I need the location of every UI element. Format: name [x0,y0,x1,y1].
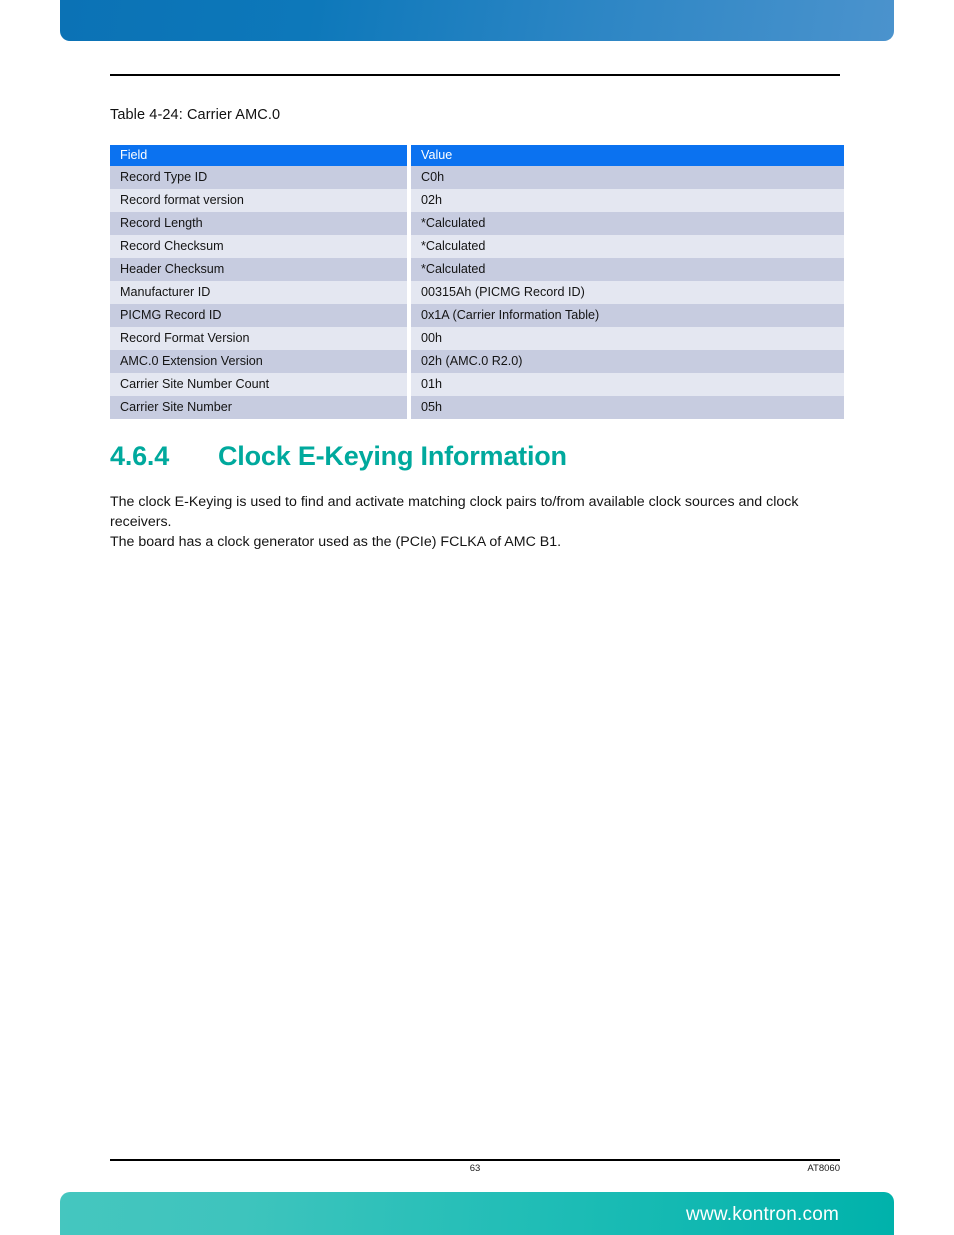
table-header-row: Field Value [110,145,844,166]
footer-document-id: AT8060 [807,1163,840,1174]
table-row: Manufacturer ID 00315Ah (PICMG Record ID… [110,281,844,304]
section-title: Clock E-Keying Information [218,441,567,471]
table-row: Header Checksum *Calculated [110,258,844,281]
cell-field: Carrier Site Number [110,396,407,419]
cell-value: 02h (AMC.0 R2.0) [411,350,844,373]
cell-field: Carrier Site Number Count [110,373,407,396]
section-number: 4.6.4 [110,441,170,471]
carrier-amc-table: Field Value Record Type ID C0h Record fo… [110,145,844,419]
table-row: Record Checksum *Calculated [110,235,844,258]
cell-field: Record Type ID [110,166,407,189]
cell-value: *Calculated [411,235,844,258]
table-row: Record format version 02h [110,189,844,212]
table-row: Carrier Site Number Count 01h [110,373,844,396]
cell-value: *Calculated [411,258,844,281]
table-caption: Table 4-24: Carrier AMC.0 [110,107,281,123]
cell-value: 0x1A (Carrier Information Table) [411,304,844,327]
table-row: PICMG Record ID 0x1A (Carrier Informatio… [110,304,844,327]
cell-value: 01h [411,373,844,396]
table-row: AMC.0 Extension Version 02h (AMC.0 R2.0) [110,350,844,373]
column-header-field: Field [110,145,407,166]
cell-value: 05h [411,396,844,419]
section-heading: 4.6.4 Clock E-Keying Information [110,441,567,472]
cell-field: AMC.0 Extension Version [110,350,407,373]
paragraph-line-two: The board has a clock generator used as … [110,534,562,550]
column-header-value: Value [411,145,844,166]
cell-field: Manufacturer ID [110,281,407,304]
footer-website-url: www.kontron.com [686,1204,839,1225]
body-paragraph: The clock E-Keying is used to find and a… [110,492,843,552]
bottom-decorative-banner: www.kontron.com [60,1192,894,1235]
cell-value: *Calculated [411,212,844,235]
cell-value: 00315Ah (PICMG Record ID) [411,281,844,304]
footer-divider-rule [110,1159,840,1161]
cell-value: 00h [411,327,844,350]
cell-field: Record Format Version [110,327,407,350]
cell-value: 02h [411,189,844,212]
table-row: Carrier Site Number 05h [110,396,844,419]
cell-field: Header Checksum [110,258,407,281]
table-row: Record Length *Calculated [110,212,844,235]
page-content: Table 4-24: Carrier AMC.0 Field Value Re… [0,0,954,1235]
cell-value: C0h [411,166,844,189]
paragraph-line-one: The clock E-Keying is used to find and a… [110,494,799,530]
cell-field: Record format version [110,189,407,212]
table-row: Record Type ID C0h [110,166,844,189]
cell-field: Record Length [110,212,407,235]
table-row: Record Format Version 00h [110,327,844,350]
header-divider-rule [110,74,840,76]
cell-field: Record Checksum [110,235,407,258]
cell-field: PICMG Record ID [110,304,407,327]
